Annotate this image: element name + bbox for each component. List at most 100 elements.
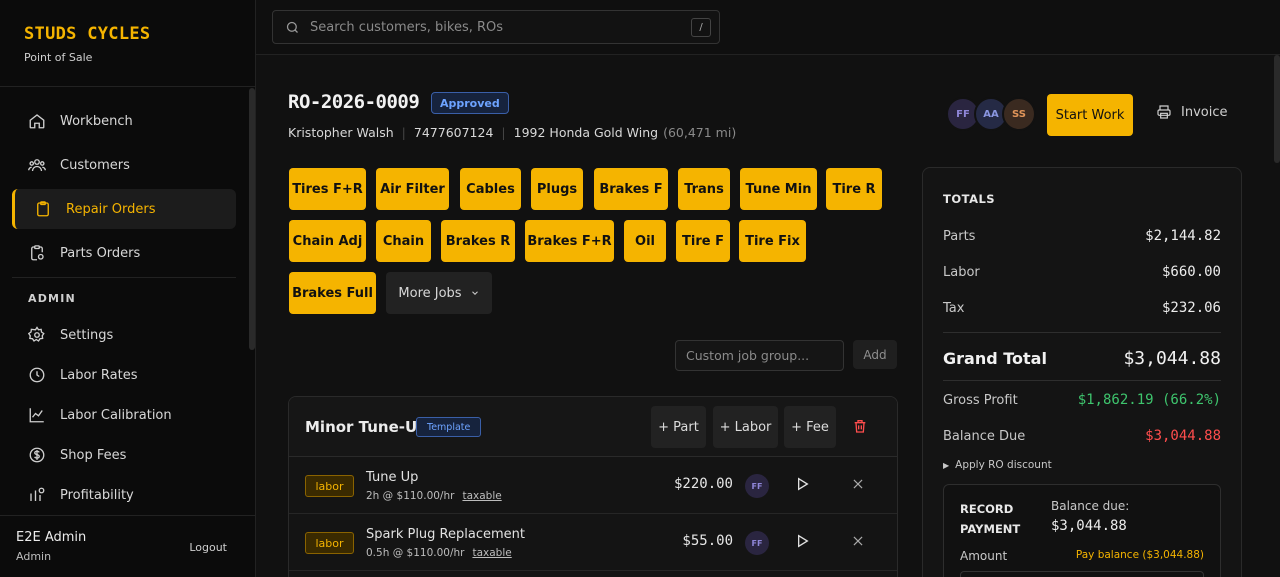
gross-profit-value: $1,862.19 (66.2%): [1077, 392, 1221, 408]
quick-job-button[interactable]: Tire R: [826, 168, 882, 210]
chevron-down-icon: [470, 288, 480, 298]
add-fee-button[interactable]: + Fee: [784, 406, 836, 448]
clock-icon: [28, 366, 46, 384]
line-name: Spark Plug Replacement: [366, 527, 525, 542]
brand-subtitle: Point of Sale: [24, 51, 93, 64]
quick-job-button[interactable]: Oil: [624, 220, 666, 262]
play-icon[interactable]: [794, 533, 810, 549]
sidebar-item-shop-fees[interactable]: Shop Fees: [12, 437, 236, 473]
brand-name[interactable]: STUDS CYCLES: [24, 24, 255, 44]
balance-due-value: $3,044.88: [1145, 428, 1221, 444]
quick-job-button[interactable]: Brakes Full: [289, 272, 376, 314]
invoice-label: Invoice: [1181, 104, 1228, 120]
sidebar-item-label: Parts Orders: [60, 245, 141, 261]
profit-icon: [28, 486, 46, 504]
quick-job-button[interactable]: Brakes F+R: [525, 220, 614, 262]
quick-job-button[interactable]: Brakes F: [594, 168, 668, 210]
totals-row-grand: Grand Total $3,044.88: [943, 348, 1221, 369]
payment-balance-label: Balance due:: [1051, 499, 1130, 513]
app: STUDS CYCLES Point of Sale Workbench Cus…: [0, 0, 1280, 577]
sidebar: STUDS CYCLES Point of Sale Workbench Cus…: [0, 0, 256, 577]
sidebar-item-repair-orders[interactable]: Repair Orders: [12, 189, 236, 229]
payment-amount-input[interactable]: [960, 571, 1204, 577]
ro-summary: Kristopher Walsh | 7477607124 | 1992 Hon…: [288, 125, 736, 140]
totals-divider: [943, 332, 1221, 333]
line-name: Tune Up: [366, 470, 419, 485]
logout-button[interactable]: Logout: [189, 541, 227, 554]
quick-job-button[interactable]: Plugs: [531, 168, 583, 210]
sidebar-item-workbench[interactable]: Workbench: [12, 101, 236, 141]
sidebar-item-labor-rates[interactable]: Labor Rates: [12, 357, 236, 393]
quick-job-button[interactable]: Chain: [376, 220, 431, 262]
quick-job-button[interactable]: Tire F: [676, 220, 730, 262]
main-nav: Workbench Customers Repair Orders Parts …: [0, 87, 255, 513]
add-job-group-button[interactable]: Add: [853, 340, 897, 369]
separator: |: [501, 125, 506, 140]
quick-job-button[interactable]: Tire Fix: [739, 220, 806, 262]
taxable-toggle[interactable]: taxable: [462, 490, 501, 502]
user-box: E2E Admin Admin Logout: [0, 515, 255, 577]
add-part-button[interactable]: + Part: [651, 406, 706, 448]
custom-job-group-input[interactable]: Custom job group...: [675, 340, 844, 371]
sidebar-item-label: Shop Fees: [60, 447, 127, 463]
job-group-header: Minor Tune-Up Template + Part + Labor + …: [289, 397, 897, 457]
sidebar-item-parts-orders[interactable]: Parts Orders: [12, 233, 236, 273]
quick-job-button[interactable]: Trans: [678, 168, 730, 210]
sidebar-item-label: Profitability: [60, 487, 134, 503]
apply-discount-toggle[interactable]: ▶ Apply RO discount: [943, 459, 1052, 471]
job-group-title: Minor Tune-Up: [305, 418, 428, 436]
quick-job-button[interactable]: Cables: [460, 168, 521, 210]
quick-job-button[interactable]: Tune Min: [740, 168, 817, 210]
close-icon[interactable]: [851, 477, 865, 491]
invoice-button[interactable]: Invoice: [1156, 104, 1227, 120]
totals-row-labor: Labor $660.00: [943, 264, 1221, 280]
pay-balance-link[interactable]: Pay balance ($3,044.88): [1076, 549, 1204, 561]
status-badge: Approved: [431, 92, 509, 114]
main-content: RO-2026-0009 Approved Kristopher Walsh |…: [256, 55, 1280, 577]
line-detail: 2h @ $110.00/hr taxable: [366, 490, 502, 502]
job-group-card: Minor Tune-Up Template + Part + Labor + …: [288, 396, 898, 577]
avatar[interactable]: FF: [745, 474, 769, 498]
line-rate: 2h @ $110.00/hr: [366, 490, 455, 502]
quick-job-button[interactable]: Brakes R: [441, 220, 515, 262]
sidebar-item-settings[interactable]: Settings: [12, 317, 236, 353]
tax-value: $232.06: [1161, 300, 1221, 316]
trash-icon[interactable]: [852, 418, 868, 434]
main-scrollbar[interactable]: [1274, 55, 1280, 163]
search-icon: [285, 20, 300, 35]
avatar[interactable]: FF: [745, 531, 769, 555]
caret-right-icon: ▶: [943, 460, 950, 470]
totals-panel: TOTALS Parts $2,144.82 Labor $660.00 Tax…: [922, 167, 1242, 577]
quick-job-button[interactable]: Tires F+R: [289, 168, 366, 210]
avatar[interactable]: SS: [1002, 97, 1036, 131]
quick-job-button[interactable]: Air Filter: [376, 168, 449, 210]
separator: |: [401, 125, 406, 140]
labor-label: Labor: [943, 264, 980, 280]
search-input[interactable]: Search customers, bikes, ROs /: [272, 10, 720, 44]
chart-line-icon: [28, 406, 46, 424]
table-row[interactable]: labor Spark Plug Replacement 0.5h @ $110…: [289, 514, 897, 571]
play-icon[interactable]: [794, 476, 810, 492]
sidebar-item-profitability[interactable]: Profitability: [12, 477, 236, 513]
apply-discount-label: Apply RO discount: [955, 459, 1052, 471]
gross-profit-label: Gross Profit: [943, 392, 1018, 408]
more-jobs-dropdown[interactable]: More Jobs: [386, 272, 492, 314]
bike-name[interactable]: 1992 Honda Gold Wing: [514, 125, 658, 140]
line-price: $55.00: [682, 533, 733, 549]
customer-name[interactable]: Kristopher Walsh: [288, 125, 394, 140]
start-work-button[interactable]: Start Work: [1047, 94, 1133, 136]
dollar-circle-icon: [28, 446, 46, 464]
sidebar-item-label: Workbench: [60, 113, 133, 129]
table-row[interactable]: labor Tune Up 2h @ $110.00/hr taxable $22…: [289, 457, 897, 514]
add-labor-button[interactable]: + Labor: [713, 406, 778, 448]
page-title: RO-2026-0009: [288, 91, 420, 113]
totals-row-profit: Gross Profit $1,862.19 (66.2%): [943, 392, 1221, 408]
assignee-avatars[interactable]: FF AA SS: [946, 97, 1036, 131]
nav-divider: [12, 277, 236, 278]
taxable-toggle[interactable]: taxable: [472, 547, 511, 559]
sidebar-item-labor-calibration[interactable]: Labor Calibration: [12, 397, 236, 433]
sidebar-item-customers[interactable]: Customers: [12, 145, 236, 185]
sidebar-scrollbar[interactable]: [249, 88, 255, 350]
quick-job-button[interactable]: Chain Adj: [289, 220, 366, 262]
close-icon[interactable]: [851, 534, 865, 548]
